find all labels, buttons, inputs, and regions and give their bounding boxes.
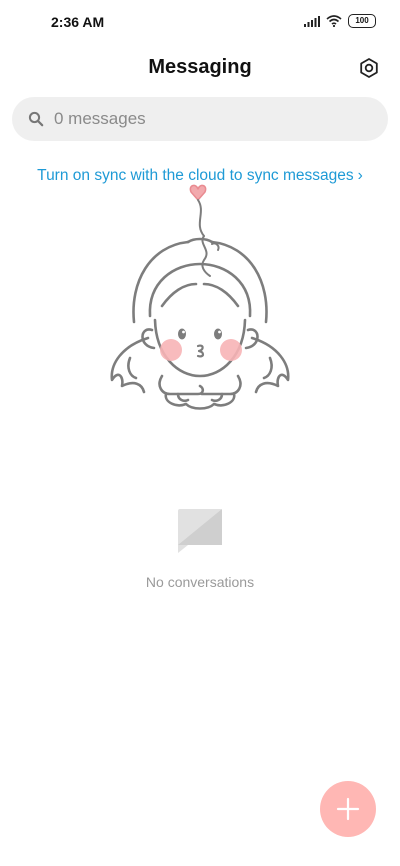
chevron-right-icon: › bbox=[357, 167, 363, 184]
search-bar[interactable] bbox=[12, 97, 388, 141]
battery-icon: 100 bbox=[348, 14, 376, 28]
no-conversations-text: No conversations bbox=[145, 574, 255, 590]
status-icons: 100 bbox=[304, 14, 376, 28]
status-bar: 2:36 AM 100 bbox=[0, 0, 400, 44]
search-input[interactable] bbox=[52, 108, 356, 130]
gear-icon bbox=[360, 58, 378, 78]
search-icon bbox=[28, 111, 44, 127]
signal-icon bbox=[304, 15, 320, 27]
page-title: Messaging bbox=[148, 56, 252, 78]
message-bubble-icon bbox=[178, 509, 222, 553]
wifi-icon bbox=[326, 15, 342, 27]
plus-icon bbox=[336, 797, 360, 821]
new-message-button[interactable] bbox=[320, 781, 376, 837]
status-time: 2:36 AM bbox=[51, 14, 105, 30]
settings-button[interactable] bbox=[356, 55, 382, 81]
girl-illustration bbox=[110, 184, 290, 410]
